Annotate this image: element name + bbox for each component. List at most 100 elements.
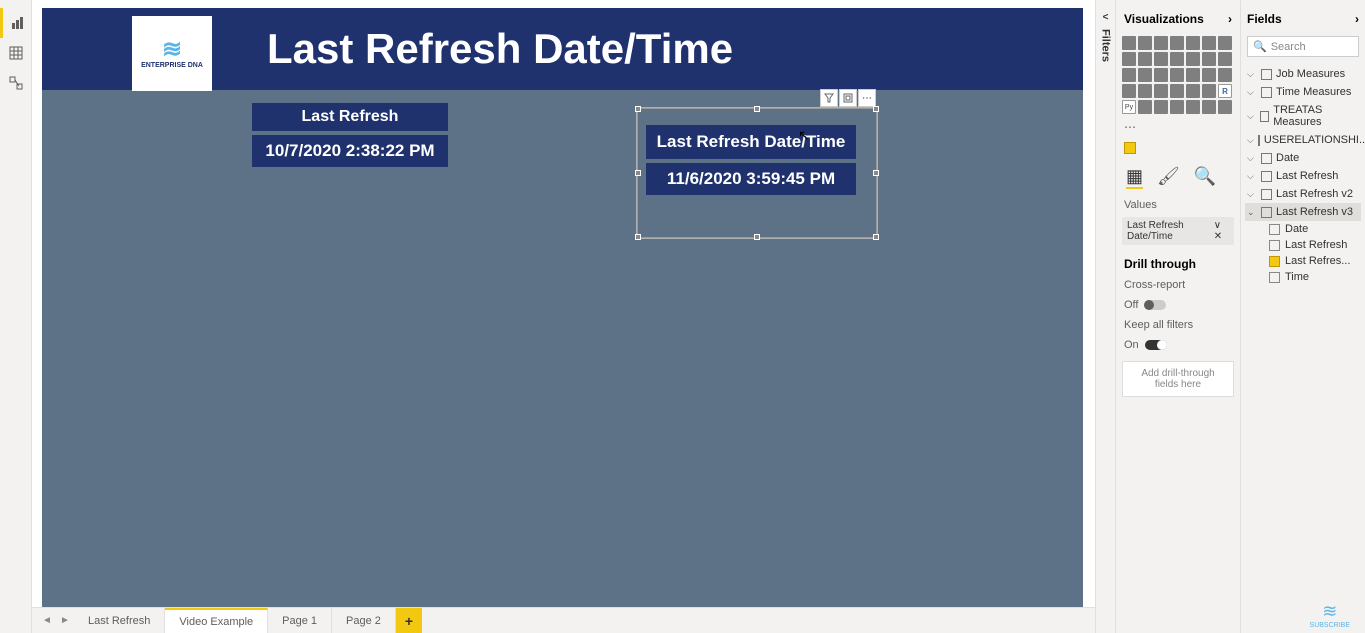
viz-r-icon[interactable]: R <box>1218 84 1232 98</box>
fields-search[interactable]: 🔍 Search <box>1247 36 1359 57</box>
viz-type-icon[interactable] <box>1186 84 1200 98</box>
viz-type-icon[interactable] <box>1186 36 1200 50</box>
chevron-icon: ⌵ <box>1247 69 1257 80</box>
resize-handle[interactable] <box>873 234 879 240</box>
visual-focus-icon[interactable] <box>839 89 857 107</box>
viz-type-icon[interactable] <box>1202 52 1216 66</box>
resize-handle[interactable] <box>635 106 641 112</box>
chevron-icon: ⌄ <box>1247 207 1257 218</box>
analytics-tab-icon[interactable]: 🔍 <box>1194 166 1216 189</box>
viz-type-icon[interactable] <box>1154 84 1168 98</box>
values-field-well[interactable]: Last Refresh Date/Time ∨ ✕ <box>1122 217 1234 245</box>
format-tab-icon[interactable]: 🖌 <box>1157 166 1180 189</box>
viz-type-icon[interactable] <box>1138 84 1152 98</box>
table-item[interactable]: ⌵Last Refresh <box>1245 167 1361 185</box>
viz-type-icon[interactable] <box>1122 68 1136 82</box>
viz-type-icon[interactable] <box>1186 68 1200 82</box>
field-item[interactable]: Last Refresh <box>1245 237 1361 253</box>
checkbox[interactable] <box>1269 240 1280 251</box>
fields-tab-icon[interactable]: ▦ <box>1126 166 1143 189</box>
viz-type-icon[interactable] <box>1154 68 1168 82</box>
table-item[interactable]: ⌄Last Refresh v3 <box>1245 203 1361 221</box>
report-canvas[interactable]: ≋ ENTERPRISE DNA Last Refresh Date/Time … <box>42 8 1083 607</box>
chevron-right-icon[interactable]: › <box>1228 12 1232 26</box>
resize-handle[interactable] <box>754 234 760 240</box>
viz-type-icon[interactable] <box>1218 36 1232 50</box>
viz-type-icon[interactable] <box>1122 84 1136 98</box>
page-tab[interactable]: Page 1 <box>268 608 332 633</box>
checkbox[interactable] <box>1269 224 1280 235</box>
viz-type-icon[interactable] <box>1202 84 1216 98</box>
filters-pane-collapsed[interactable]: < Filters <box>1095 0 1115 633</box>
viz-type-icon[interactable] <box>1138 100 1152 114</box>
viz-type-icon[interactable] <box>1154 36 1168 50</box>
visual-more-icon[interactable]: ⋯ <box>858 89 876 107</box>
viz-type-icon[interactable] <box>1170 68 1184 82</box>
filters-label: Filters <box>1100 29 1112 62</box>
resize-handle[interactable] <box>635 234 641 240</box>
card-last-refresh[interactable]: Last Refresh 10/7/2020 2:38:22 PM <box>252 103 448 167</box>
resize-handle[interactable] <box>873 170 879 176</box>
tab-prev-icon[interactable]: ◄ <box>38 608 56 633</box>
card2-value: 11/6/2020 3:59:45 PM <box>646 163 856 195</box>
checkbox[interactable] <box>1269 272 1280 283</box>
viz-type-icon[interactable] <box>1154 100 1168 114</box>
card1-header: Last Refresh <box>252 103 448 131</box>
viz-type-icon[interactable] <box>1202 100 1216 114</box>
viz-more-icon[interactable]: ⋯ <box>1122 118 1234 136</box>
page-tab[interactable]: Video Example <box>165 608 268 633</box>
table-icon <box>1261 69 1272 80</box>
resize-handle[interactable] <box>635 170 641 176</box>
subscribe-badge[interactable]: ≋ SUBSCRIBE <box>1310 601 1350 629</box>
viz-type-icon[interactable] <box>1202 36 1216 50</box>
table-item[interactable]: ⌵Job Measures <box>1245 65 1361 83</box>
table-item[interactable]: ⌵Time Measures <box>1245 83 1361 101</box>
checkbox[interactable] <box>1269 256 1280 267</box>
keep-filters-toggle[interactable]: On <box>1124 339 1232 351</box>
drill-through-drop[interactable]: Add drill-through fields here <box>1122 361 1234 397</box>
field-item[interactable]: Last Refres... <box>1245 253 1361 269</box>
viz-type-icon[interactable] <box>1218 100 1232 114</box>
viz-python-icon[interactable]: Py <box>1122 100 1136 114</box>
logo: ≋ ENTERPRISE DNA <box>132 16 212 91</box>
cross-report-toggle[interactable]: Off <box>1124 299 1232 311</box>
table-item[interactable]: ⌵TREATAS Measures <box>1245 101 1361 131</box>
table-item[interactable]: ⌵USERELATIONSHI... <box>1245 131 1361 149</box>
viz-type-icon[interactable] <box>1170 36 1184 50</box>
viz-type-icon[interactable] <box>1170 52 1184 66</box>
viz-gallery: R Py <box>1122 36 1234 114</box>
viz-type-icon[interactable] <box>1202 68 1216 82</box>
field-item[interactable]: Date <box>1245 221 1361 237</box>
table-item[interactable]: ⌵Date <box>1245 149 1361 167</box>
viz-type-icon[interactable] <box>1122 36 1136 50</box>
viz-type-icon[interactable] <box>1186 52 1200 66</box>
field-item[interactable]: Time <box>1245 269 1361 285</box>
viz-type-icon[interactable] <box>1154 52 1168 66</box>
viz-type-icon[interactable] <box>1218 52 1232 66</box>
viz-type-icon[interactable] <box>1170 84 1184 98</box>
chevron-down-icon[interactable]: ∨ ✕ <box>1214 220 1229 242</box>
page-tab[interactable]: Page 2 <box>332 608 396 633</box>
viz-type-icon[interactable] <box>1170 100 1184 114</box>
viz-type-icon[interactable] <box>1186 100 1200 114</box>
resize-handle[interactable] <box>754 106 760 112</box>
fields-panel: Fields › 🔍 Search ⌵Job Measures⌵Time Mea… <box>1240 0 1365 633</box>
viz-type-icon[interactable] <box>1138 36 1152 50</box>
resize-handle[interactable] <box>873 106 879 112</box>
selected-visual[interactable]: ⋯ Last Refresh Date/Time 11/6/2020 3:59:… <box>637 108 877 238</box>
viz-type-icon[interactable] <box>1138 52 1152 66</box>
chevron-icon: ⌵ <box>1247 171 1257 182</box>
page-tab[interactable]: Last Refresh <box>74 608 165 633</box>
add-page-button[interactable]: + <box>396 608 422 633</box>
chevron-right-icon[interactable]: › <box>1355 12 1359 26</box>
report-view-icon[interactable] <box>0 8 32 38</box>
table-item[interactable]: ⌵Last Refresh v2 <box>1245 185 1361 203</box>
visual-filter-icon[interactable] <box>820 89 838 107</box>
model-view-icon[interactable] <box>0 68 32 98</box>
tab-next-icon[interactable]: ► <box>56 608 74 633</box>
data-view-icon[interactable] <box>0 38 32 68</box>
viz-type-icon[interactable] <box>1122 52 1136 66</box>
cross-report-label: Cross-report <box>1124 279 1232 291</box>
viz-type-icon[interactable] <box>1218 68 1232 82</box>
viz-type-icon[interactable] <box>1138 68 1152 82</box>
